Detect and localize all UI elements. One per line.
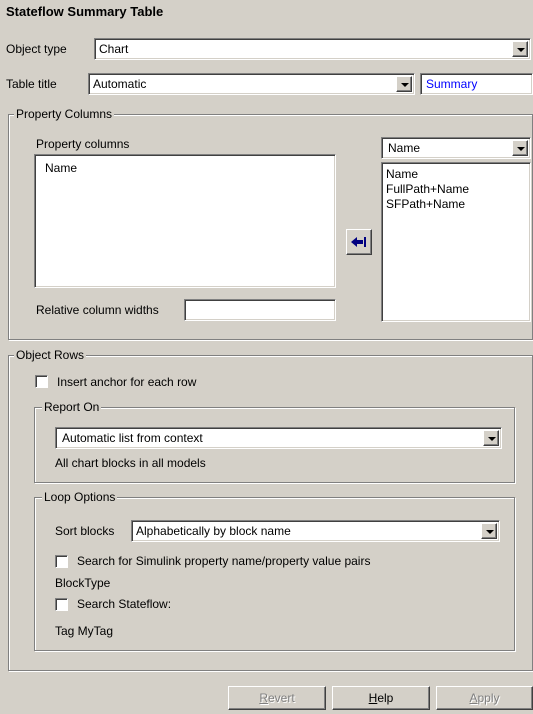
sort-blocks-select[interactable]: Alphabetically by block name [131,520,500,542]
table-title-select[interactable]: Automatic [88,73,415,95]
search-stateflow-label: Search Stateflow: [77,597,172,611]
revert-button[interactable]: Revert [228,686,326,710]
object-type-select[interactable]: Chart [94,38,531,60]
add-column-button[interactable] [346,229,372,255]
search-stateflow-checkbox[interactable] [55,598,68,611]
chevron-down-icon[interactable] [396,76,412,92]
help-button[interactable]: Help [332,686,430,710]
sort-blocks-value: Alphabetically by block name [136,524,291,538]
report-on-value: Automatic list from context [62,431,203,445]
relative-widths-label: Relative column widths [36,303,159,317]
tag-text: Tag MyTag [55,624,114,638]
loop-options-group-label: Loop Options [42,490,118,504]
insert-anchor-checkbox[interactable] [35,375,48,388]
page-title: Stateflow Summary Table [6,4,164,19]
block-type-text: BlockType [55,576,111,590]
list-item[interactable]: Name [45,161,77,175]
report-on-description: All chart blocks in all models [55,456,206,470]
property-columns-list[interactable]: Name [34,154,336,288]
object-type-value: Chart [99,42,129,56]
summary-title-text: Summary [426,77,478,91]
chevron-down-icon[interactable] [481,523,497,539]
chevron-down-icon[interactable] [483,430,499,446]
list-item[interactable]: SFPath+Name [386,197,465,211]
search-simulink-checkbox[interactable] [55,555,68,568]
search-simulink-label: Search for Simulink property name/proper… [77,554,371,568]
property-columns-label: Property columns [36,137,130,151]
summary-title-field[interactable]: Summary [420,73,533,95]
list-item[interactable]: Name [386,167,418,181]
report-on-select[interactable]: Automatic list from context [55,427,502,449]
arrow-left-to-bar-icon [351,237,366,247]
property-filter-value: Name [388,141,421,155]
sort-blocks-label: Sort blocks [55,524,115,538]
property-filter-select[interactable]: Name [381,137,531,159]
table-title-label: Table title [6,77,57,91]
property-columns-group-label: Property Columns [14,107,115,121]
table-title-value: Automatic [93,77,147,91]
apply-button[interactable]: Apply [436,686,533,710]
available-properties-list[interactable]: Name FullPath+Name SFPath+Name [381,162,531,322]
list-item[interactable]: FullPath+Name [386,182,469,196]
chevron-down-icon[interactable] [512,140,528,156]
relative-widths-input[interactable] [184,299,336,321]
object-rows-group-label: Object Rows [14,348,87,362]
report-on-group-label: Report On [42,400,102,414]
object-type-label: Object type [6,42,67,56]
chevron-down-icon[interactable] [512,41,528,57]
insert-anchor-label: Insert anchor for each row [57,375,197,389]
